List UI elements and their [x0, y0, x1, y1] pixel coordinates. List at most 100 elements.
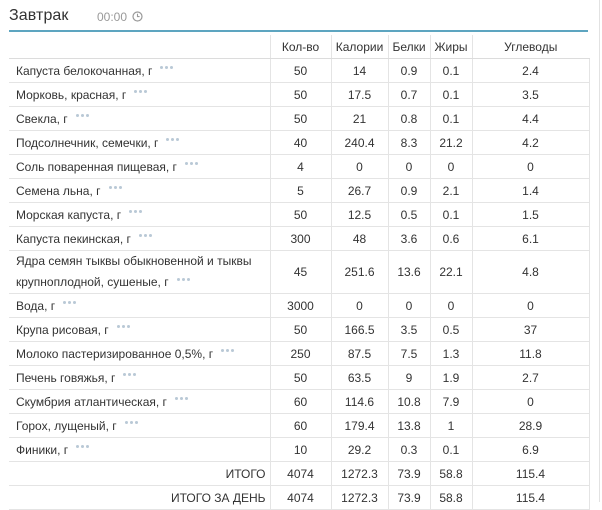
carbs-cell: 4.2	[471, 130, 590, 155]
qty-cell: 60	[269, 413, 331, 438]
table-header-row: Кол-во Калории Белки Жиры Углеводы	[9, 35, 589, 59]
kcal-cell: 251.6	[330, 250, 388, 294]
more-dots-icon[interactable]	[221, 348, 235, 354]
carbs-cell: 4.4	[471, 106, 590, 131]
food-name-line2: крупноплодной, сушеные, г	[16, 275, 169, 289]
fat-cell: 0	[429, 293, 472, 318]
food-name: Капуста пекинская, г	[16, 231, 131, 246]
column-header-name	[9, 35, 270, 59]
total-label: ИТОГО ЗА ДЕНЬ	[9, 485, 270, 510]
protein-cell: 0.7	[387, 82, 430, 107]
table-row: Морская капуста, г 50 12.5 0.5 0.1 1.5	[9, 202, 590, 227]
food-name: Морковь, красная, г	[16, 87, 127, 102]
protein-cell: 0.5	[387, 202, 430, 227]
table-row: Подсолнечник, семечки, г 40 240.4 8.3 21.2 4.…	[9, 130, 590, 155]
nutrition-table: Кол-во Калории Белки Жиры Углеводы Капус…	[9, 35, 590, 510]
table-row: Скумбрия атлантическая, г 60 114.6 10.8 7.9 0	[9, 389, 590, 414]
protein-cell: 0.9	[387, 178, 430, 203]
table-row: Молоко пастеризированное 0,5%, г 250 87.5 7…	[9, 341, 590, 366]
food-name: Скумбрия атлантическая, г	[16, 394, 167, 409]
food-name: Молоко пастеризированное 0,5%, г	[16, 346, 214, 361]
more-dots-icon[interactable]	[76, 444, 90, 450]
more-dots-icon[interactable]	[138, 233, 153, 239]
food-name-cell: Скумбрия атлантическая, г	[9, 389, 270, 414]
table-row: Соль поваренная пищевая, г40000	[9, 154, 590, 179]
more-dots-icon[interactable]	[75, 113, 90, 119]
more-dots-icon[interactable]	[116, 324, 131, 330]
total-kcal-cell: 1272.3	[330, 461, 388, 486]
food-name: Соль поваренная пищевая, г	[16, 159, 177, 174]
table-row: Семена льна, г 5 26.7 0.9 2.1 1.4	[9, 178, 590, 203]
fat-cell: 0.1	[429, 437, 472, 462]
fat-cell: 0	[429, 154, 472, 179]
more-dots-icon[interactable]	[176, 277, 191, 283]
kcal-cell: 87.5	[330, 341, 388, 366]
more-dots-icon[interactable]	[160, 65, 174, 71]
total-fat-cell: 58.8	[429, 485, 472, 510]
qty-cell: 3000	[269, 293, 331, 318]
food-name-cell: Вода, г	[9, 293, 270, 318]
kcal-cell: 12.5	[330, 202, 388, 227]
kcal-cell: 26.7	[330, 178, 388, 203]
total-carbs-cell: 115.4	[471, 461, 590, 486]
food-name-line1: Ядра семян тыквы обыкновенной и тыквы	[16, 254, 252, 268]
carbs-cell: 1.5	[471, 202, 590, 227]
meal-time[interactable]: 00:00	[97, 10, 127, 24]
table-row: Вода, г 3000 0 0 0 0	[9, 293, 590, 318]
more-dots-icon[interactable]	[166, 137, 180, 143]
protein-cell: 8.3	[387, 130, 430, 155]
kcal-cell: 166.5	[330, 317, 388, 342]
more-dots-icon[interactable]	[124, 420, 139, 426]
total-protein-cell: 73.9	[387, 485, 430, 510]
food-name: Капуста белокочанная, г	[16, 63, 153, 78]
protein-cell: 10.8	[387, 389, 430, 414]
table-body: Капуста белокочанная, г 50 14 0.9 0.1 2.4 Морк…	[9, 58, 590, 510]
meal-header: Завтрак 00:00	[0, 0, 600, 32]
more-dots-icon[interactable]	[129, 209, 143, 215]
fat-cell: 22.1	[429, 250, 472, 294]
kcal-cell: 29.2	[330, 437, 388, 462]
carbs-cell: 3.5	[471, 82, 590, 107]
fat-cell: 0.1	[429, 202, 472, 227]
more-dots-icon[interactable]	[134, 89, 148, 95]
more-dots-icon[interactable]	[174, 396, 189, 402]
table-row: Печень говяжья, г 50 63.5 9 1.9 2.7	[9, 365, 590, 390]
total-kcal-cell: 1272.3	[330, 485, 388, 510]
carbs-cell: 11.8	[471, 341, 590, 366]
total-qty-cell: 4074	[269, 461, 331, 486]
header-divider	[9, 30, 588, 32]
more-dots-icon[interactable]	[123, 372, 137, 378]
qty-cell: 4	[269, 154, 331, 179]
protein-cell: 9	[387, 365, 430, 390]
carbs-cell: 6.9	[471, 437, 590, 462]
food-name-cell: Печень говяжья, г	[9, 365, 270, 390]
more-dots-icon[interactable]	[184, 161, 199, 167]
more-dots-icon[interactable]	[63, 300, 77, 306]
clock-icon[interactable]	[132, 11, 143, 22]
food-name-cell: Капуста пекинская, г	[9, 226, 270, 251]
protein-cell: 0.3	[387, 437, 430, 462]
column-header-kcal: Калории	[330, 35, 388, 59]
food-name: Вода, г	[16, 298, 56, 313]
food-name-cell: Морская капуста, г	[9, 202, 270, 227]
carbs-cell: 0	[471, 154, 590, 179]
total-label: ИТОГО	[9, 461, 270, 486]
fat-cell: 0.5	[429, 317, 472, 342]
table-row: Горох, лущеный, г 60 179.4 13.8 1 28.9	[9, 413, 590, 438]
fat-cell: 21.2	[429, 130, 472, 155]
food-name-cell: Молоко пастеризированное 0,5%, г	[9, 341, 270, 366]
qty-cell: 250	[269, 341, 331, 366]
more-dots-icon[interactable]	[108, 185, 123, 191]
kcal-cell: 48	[330, 226, 388, 251]
fat-cell: 0.1	[429, 82, 472, 107]
qty-cell: 45	[269, 250, 331, 294]
carbs-cell: 2.7	[471, 365, 590, 390]
carbs-cell: 6.1	[471, 226, 590, 251]
fat-cell: 0.1	[429, 106, 472, 131]
day-total-row: ИТОГО ЗА ДЕНЬ 4074 1272.3 73.9 58.8 115.4	[9, 485, 590, 510]
protein-cell: 3.6	[387, 226, 430, 251]
table-row: Финики, г 10 29.2 0.3 0.1 6.9	[9, 437, 590, 462]
food-name-cell: Подсолнечник, семечки, г	[9, 130, 270, 155]
qty-cell: 5	[269, 178, 331, 203]
total-carbs-cell: 115.4	[471, 485, 590, 510]
